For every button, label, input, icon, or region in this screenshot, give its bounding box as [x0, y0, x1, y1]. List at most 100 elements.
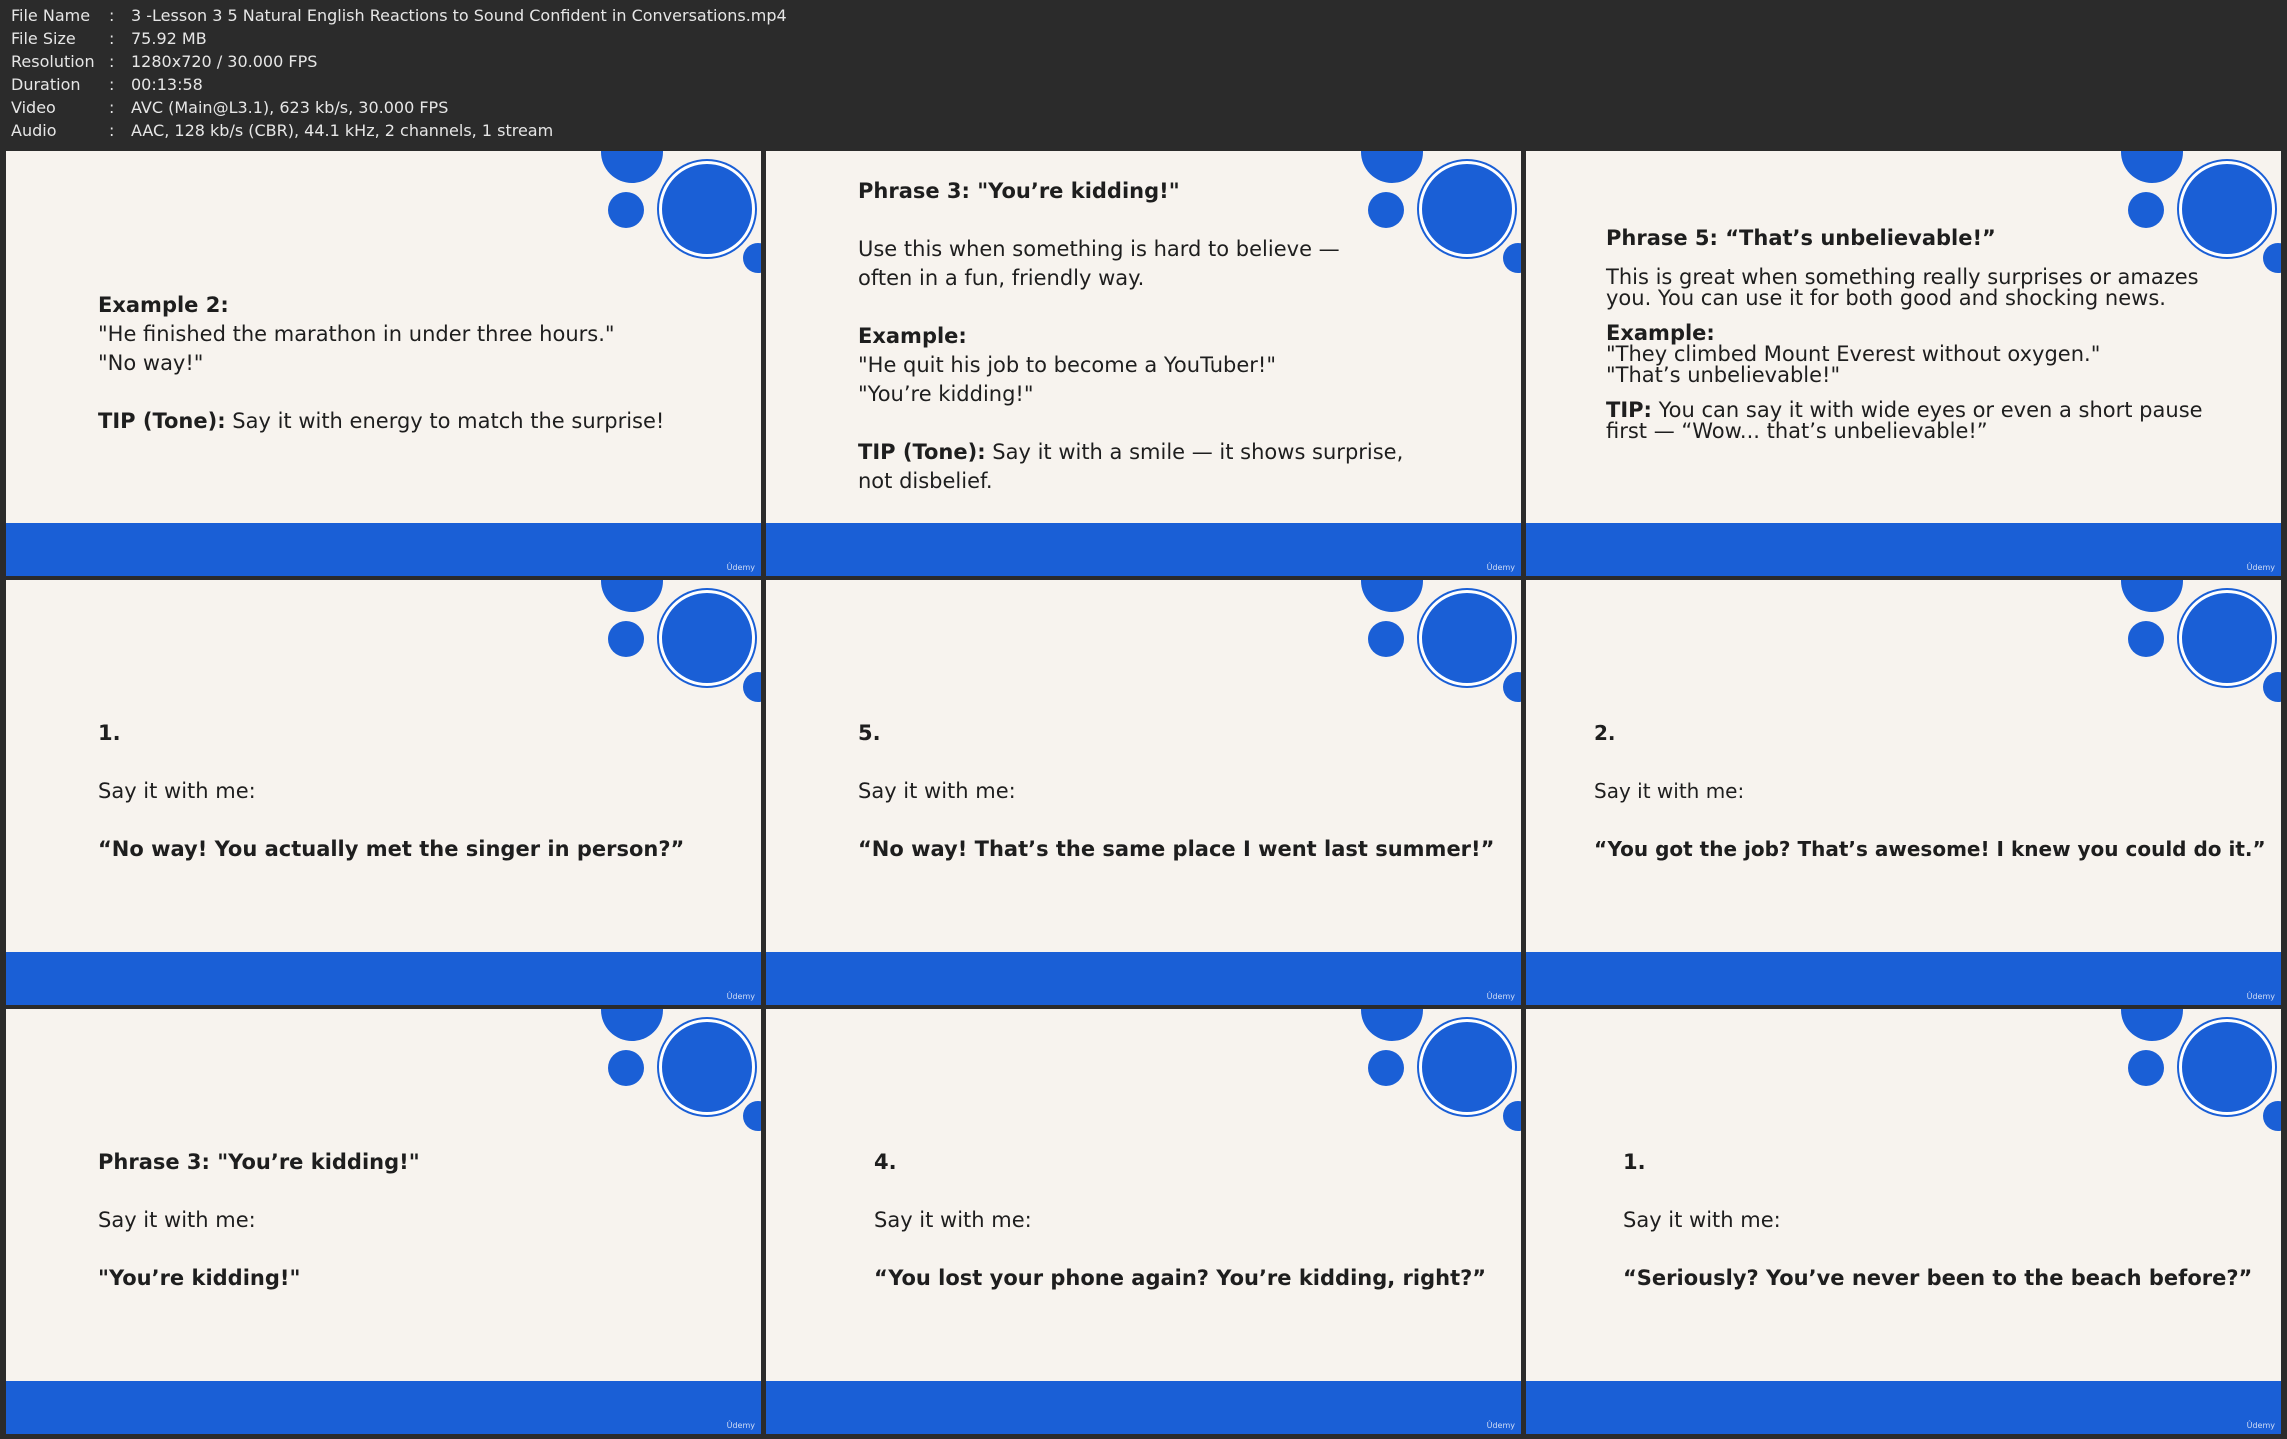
slide-text: you. You can use it for both good and sh…	[1606, 286, 2166, 310]
slide-footer-bar: Ûdemy	[6, 952, 761, 1005]
video-frame-thumbnail[interactable]: Example 2: "He finished the marathon in …	[6, 151, 761, 576]
slide-content: 4. Say it with me: “You lost your phone …	[874, 1148, 1514, 1293]
decorative-circle	[1503, 1101, 1521, 1131]
decorative-circle	[1503, 672, 1521, 702]
slide-tip: TIP: You can say it with wide eyes or ev…	[1606, 398, 2203, 422]
meta-value: AVC (Main@L3.1), 623 kb/s, 30.000 FPS	[131, 98, 449, 117]
meta-key: Audio	[11, 121, 57, 140]
slide-content: 2. Say it with me: “You got the job? Tha…	[1594, 719, 2274, 864]
slide-content: Phrase 3: "You’re kidding!" Use this whe…	[858, 177, 1478, 496]
video-frame-thumbnail[interactable]: 1. Say it with me: “No way! You actually…	[6, 580, 761, 1005]
slide-heading: Phrase 5: “That’s unbelievable!”	[1606, 226, 1996, 250]
slide-text: first — “Wow... that’s unbelievable!”	[1606, 419, 1988, 443]
udemy-logo: Ûdemy	[2246, 563, 2275, 572]
decorative-circle	[1419, 1019, 1515, 1115]
udemy-logo: Ûdemy	[2246, 1421, 2275, 1430]
slide-quote: “Seriously? You’ve never been to the bea…	[1623, 1266, 2253, 1290]
video-frame-thumbnail[interactable]: 1. Say it with me: “Seriously? You’ve ne…	[1526, 1009, 2281, 1434]
meta-value: 00:13:58	[131, 75, 203, 94]
slide-text: not disbelief.	[858, 469, 993, 493]
video-metadata-header: File Name:3 -Lesson 3 5 Natural English …	[0, 0, 2287, 150]
udemy-logo: Ûdemy	[1486, 1421, 1515, 1430]
slide-content: 1. Say it with me: “No way! You actually…	[98, 719, 738, 864]
slide-heading: Phrase 3: "You’re kidding!"	[98, 1150, 420, 1174]
video-frame-thumbnail[interactable]: 5. Say it with me: “No way! That’s the s…	[766, 580, 1521, 1005]
slide-content: Phrase 5: “That’s unbelievable!” This is…	[1606, 224, 2246, 442]
slide-footer-bar: Ûdemy	[766, 952, 1521, 1005]
decorative-circle	[659, 1019, 755, 1115]
slide-text: This is great when something really surp…	[1606, 265, 2199, 289]
slide-footer-bar: Ûdemy	[6, 1381, 761, 1434]
meta-value: 1280x720 / 30.000 FPS	[131, 52, 318, 71]
slide-footer-bar: Ûdemy	[1526, 952, 2281, 1005]
decorative-circle	[2179, 590, 2275, 686]
slide-number: 1.	[1623, 1150, 1646, 1174]
slide-number: 1.	[98, 721, 121, 745]
decorative-circle	[1361, 1009, 1423, 1041]
video-frame-thumbnail[interactable]: 4. Say it with me: “You lost your phone …	[766, 1009, 1521, 1434]
decorative-circle	[659, 161, 755, 257]
slide-quote: “No way! That’s the same place I went la…	[858, 837, 1495, 861]
slide-prompt: Say it with me:	[1594, 779, 1745, 803]
video-frame-thumbnail[interactable]: 2. Say it with me: “You got the job? Tha…	[1526, 580, 2281, 1005]
slide-footer-bar: Ûdemy	[1526, 1381, 2281, 1434]
decorative-circle	[608, 192, 644, 228]
decorative-circle	[1368, 621, 1404, 657]
slide-content: 1. Say it with me: “Seriously? You’ve ne…	[1623, 1148, 2273, 1293]
meta-value: 75.92 MB	[131, 29, 207, 48]
slide-text: "No way!"	[98, 351, 204, 375]
slide-number: 2.	[1594, 721, 1616, 745]
slide-content: Example 2: "He finished the marathon in …	[98, 291, 738, 436]
slide-quote: "You’re kidding!"	[98, 1266, 301, 1290]
meta-key: File Name	[11, 6, 91, 25]
meta-row-resolution: Resolution:1280x720 / 30.000 FPS	[11, 52, 318, 71]
slide-footer-bar: Ûdemy	[766, 523, 1521, 576]
decorative-circle	[2263, 672, 2281, 702]
decorative-circle	[2121, 151, 2183, 183]
decorative-circle	[1419, 590, 1515, 686]
decorative-circle	[1368, 1050, 1404, 1086]
decorative-circle	[743, 243, 761, 273]
meta-row-file-size: File Size:75.92 MB	[11, 29, 207, 48]
decorative-circle	[601, 580, 663, 612]
slide-prompt: Say it with me:	[1623, 1208, 1781, 1232]
slide-number: 4.	[874, 1150, 897, 1174]
decorative-circle	[743, 1101, 761, 1131]
slide-heading: Example 2:	[98, 293, 229, 317]
slide-prompt: Say it with me:	[858, 779, 1016, 803]
meta-key: Resolution	[11, 52, 95, 71]
slide-text: "They climbed Mount Everest without oxyg…	[1606, 342, 2101, 366]
udemy-logo: Ûdemy	[726, 992, 755, 1001]
slide-number: 5.	[858, 721, 881, 745]
slide-quote: “No way! You actually met the singer in …	[98, 837, 685, 861]
slide-content: 5. Say it with me: “No way! That’s the s…	[858, 719, 1508, 864]
slide-text: "You’re kidding!"	[858, 382, 1034, 406]
slide-subheading: Example:	[1606, 321, 1715, 345]
udemy-logo: Ûdemy	[2246, 992, 2275, 1001]
video-frame-thumbnail[interactable]: Phrase 5: “That’s unbelievable!” This is…	[1526, 151, 2281, 576]
slide-text: "He finished the marathon in under three…	[98, 322, 615, 346]
slide-text: often in a fun, friendly way.	[858, 266, 1145, 290]
meta-value: 3 -Lesson 3 5 Natural English Reactions …	[131, 6, 787, 25]
meta-row-file-name: File Name:3 -Lesson 3 5 Natural English …	[11, 6, 787, 25]
meta-row-audio: Audio: AAC, 128 kb/s (CBR), 44.1 kHz, 2 c…	[11, 121, 554, 140]
slide-content: Phrase 3: "You’re kidding!" Say it with …	[98, 1148, 738, 1293]
slide-tip: TIP (Tone): Say it with a smile — it sho…	[858, 440, 1404, 464]
decorative-circle	[2128, 1050, 2164, 1086]
decorative-circle	[1361, 580, 1423, 612]
meta-key: Video	[11, 98, 56, 117]
video-frame-thumbnail[interactable]: Phrase 3: "You’re kidding!" Use this whe…	[766, 151, 1521, 576]
udemy-logo: Ûdemy	[1486, 563, 1515, 572]
udemy-logo: Ûdemy	[726, 563, 755, 572]
video-frame-thumbnail[interactable]: Phrase 3: "You’re kidding!" Say it with …	[6, 1009, 761, 1434]
meta-row-video: Video: AVC (Main@L3.1), 623 kb/s, 30.000 …	[11, 98, 449, 117]
decorative-circle	[743, 672, 761, 702]
slide-quote: “You lost your phone again? You’re kiddi…	[874, 1266, 1487, 1290]
decorative-circle	[608, 621, 644, 657]
slide-quote: “You got the job? That’s awesome! I knew…	[1594, 837, 2266, 861]
slide-prompt: Say it with me:	[98, 779, 256, 803]
decorative-circle	[2128, 192, 2164, 228]
slide-prompt: Say it with me:	[98, 1208, 256, 1232]
slide-subheading: Example:	[858, 324, 967, 348]
decorative-circle	[608, 1050, 644, 1086]
